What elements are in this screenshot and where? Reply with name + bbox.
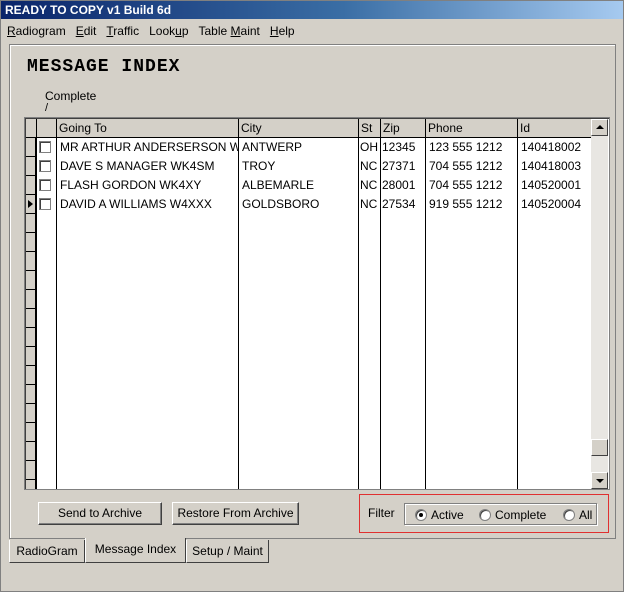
row-indicator-cell	[26, 347, 36, 366]
grid-column-divider	[238, 119, 239, 489]
cell-zip[interactable]: 27534	[381, 195, 426, 214]
grid-vertical-scrollbar[interactable]	[591, 119, 608, 489]
menu-table-maint[interactable]: Table Maint	[194, 21, 265, 41]
row-indicator-cell	[26, 309, 36, 328]
cell-city[interactable]: GOLDSBORO	[239, 195, 359, 214]
grid-column-divider	[425, 119, 426, 489]
message-index-tab-page: MESSAGE INDEX Complete / Going To City S…	[9, 44, 616, 539]
restore-from-archive-button[interactable]: Restore From Archive	[172, 502, 299, 525]
menu-lookup[interactable]: Lookup	[144, 21, 193, 41]
filter-radio-group: Active Complete All	[404, 503, 597, 525]
cell-going-to[interactable]: DAVID A WILLIAMS W4XXX	[57, 195, 239, 214]
row-indicator-cell	[26, 328, 36, 347]
filter-option-complete[interactable]: Complete	[479, 507, 557, 523]
grid-header-row: Going To City St Zip Phone Id	[26, 119, 592, 138]
tab-radiogram[interactable]: RadioGram	[9, 540, 85, 563]
window-title-bar[interactable]: READY TO COPY v1 Build 6d	[1, 1, 623, 19]
cell-st[interactable]: NC	[359, 195, 381, 214]
page-title: MESSAGE INDEX	[27, 57, 181, 77]
cell-id[interactable]: 140418003	[518, 157, 592, 176]
table-row-current[interactable]: DAVID A WILLIAMS W4XXX GOLDSBORO NC 2753…	[26, 195, 592, 214]
filter-option-active[interactable]: Active	[415, 507, 475, 523]
cell-id[interactable]: 140418002	[518, 138, 592, 157]
window-title: READY TO COPY v1 Build 6d	[5, 3, 172, 17]
filter-label: Filter	[368, 506, 395, 520]
menu-bar: Radiogram Edit Traffic Lookup Table Main…	[1, 21, 623, 41]
cell-st[interactable]: NC	[359, 176, 381, 195]
row-indicator-cell	[26, 404, 36, 423]
header-id[interactable]: Id	[518, 119, 592, 137]
row-indicator-cell	[26, 442, 36, 461]
header-going-to[interactable]: Going To	[57, 119, 239, 137]
cell-phone[interactable]: 704 555 1212	[426, 176, 518, 195]
filter-panel: Filter Active Complete All	[359, 494, 609, 533]
menu-edit[interactable]: Edit	[71, 21, 102, 41]
table-row[interactable]: DAVE S MANAGER WK4SM TROY NC 27371 704 5…	[26, 157, 592, 176]
row-indicator-cell	[26, 271, 36, 290]
cell-going-to[interactable]: DAVE S MANAGER WK4SM	[57, 157, 239, 176]
cell-zip[interactable]: 27371	[381, 157, 426, 176]
radio-button[interactable]	[479, 509, 491, 521]
tab-strip: RadioGram Message Index Setup / Maint	[1, 538, 624, 564]
radio-button-checked[interactable]	[415, 509, 427, 521]
grid-column-divider	[517, 119, 518, 489]
menu-help[interactable]: Help	[265, 21, 300, 41]
grid-column-divider	[36, 119, 37, 489]
row-indicator-cell	[26, 252, 36, 271]
complete-column-label: Complete	[45, 89, 97, 103]
radio-button[interactable]	[563, 509, 575, 521]
row-indicator-cell	[26, 233, 36, 252]
complete-column-slash: /	[45, 102, 49, 114]
cell-id[interactable]: 140520004	[518, 195, 592, 214]
row-indicator-cell	[26, 423, 36, 442]
table-row[interactable]: MR ARTHUR ANDERSERSON W ANTWERP OH 12345…	[26, 138, 592, 157]
send-to-archive-button[interactable]: Send to Archive	[38, 502, 162, 525]
cell-st[interactable]: OH	[359, 138, 381, 157]
menu-radiogram[interactable]: Radiogram	[1, 21, 71, 41]
app-window: READY TO COPY v1 Build 6d Radiogram Edit…	[0, 0, 624, 592]
header-zip[interactable]: Zip	[381, 119, 426, 137]
cell-city[interactable]: ANTWERP	[239, 138, 359, 157]
message-grid[interactable]: Going To City St Zip Phone Id MR ARTHUR …	[24, 117, 610, 490]
current-row-arrow-icon	[28, 200, 33, 208]
grid-column-divider	[358, 119, 359, 489]
complete-checkbox[interactable]	[39, 141, 51, 153]
row-indicator-cell	[26, 214, 36, 233]
table-row[interactable]: FLASH GORDON WK4XY ALBEMARLE NC 28001 70…	[26, 176, 592, 195]
row-indicator-cell	[26, 480, 36, 489]
cell-phone[interactable]: 919 555 1212	[426, 195, 518, 214]
row-indicator-cell	[26, 385, 36, 404]
cell-phone[interactable]: 704 555 1212	[426, 157, 518, 176]
row-indicator-cell	[26, 290, 36, 309]
header-st[interactable]: St	[359, 119, 381, 137]
complete-checkbox[interactable]	[39, 198, 51, 210]
grid-column-divider	[380, 119, 381, 489]
arrow-down-icon	[596, 479, 604, 483]
grid-body: Going To City St Zip Phone Id MR ARTHUR …	[26, 119, 592, 489]
cell-going-to[interactable]: FLASH GORDON WK4XY	[57, 176, 239, 195]
row-indicator-cell	[26, 461, 36, 480]
arrow-up-icon	[596, 125, 604, 129]
menu-traffic[interactable]: Traffic	[101, 21, 144, 41]
complete-checkbox[interactable]	[39, 179, 51, 191]
cell-zip[interactable]: 28001	[381, 176, 426, 195]
header-city[interactable]: City	[239, 119, 359, 137]
scroll-thumb[interactable]	[591, 439, 608, 456]
filter-option-all[interactable]: All	[563, 507, 595, 523]
row-indicator-cell	[26, 366, 36, 385]
header-phone[interactable]: Phone	[426, 119, 518, 137]
complete-checkbox[interactable]	[39, 160, 51, 172]
cell-phone[interactable]: 123 555 1212	[426, 138, 518, 157]
cell-city[interactable]: ALBEMARLE	[239, 176, 359, 195]
grid-column-divider	[56, 119, 57, 489]
cell-going-to[interactable]: MR ARTHUR ANDERSERSON W	[57, 138, 239, 157]
tab-message-index[interactable]: Message Index	[85, 538, 186, 563]
cell-zip[interactable]: 12345	[381, 138, 426, 157]
scroll-up-button[interactable]	[591, 119, 608, 136]
tab-setup-maint[interactable]: Setup / Maint	[186, 540, 269, 563]
cell-id[interactable]: 140520001	[518, 176, 592, 195]
cell-city[interactable]: TROY	[239, 157, 359, 176]
scroll-down-button[interactable]	[591, 472, 608, 489]
cell-st[interactable]: NC	[359, 157, 381, 176]
